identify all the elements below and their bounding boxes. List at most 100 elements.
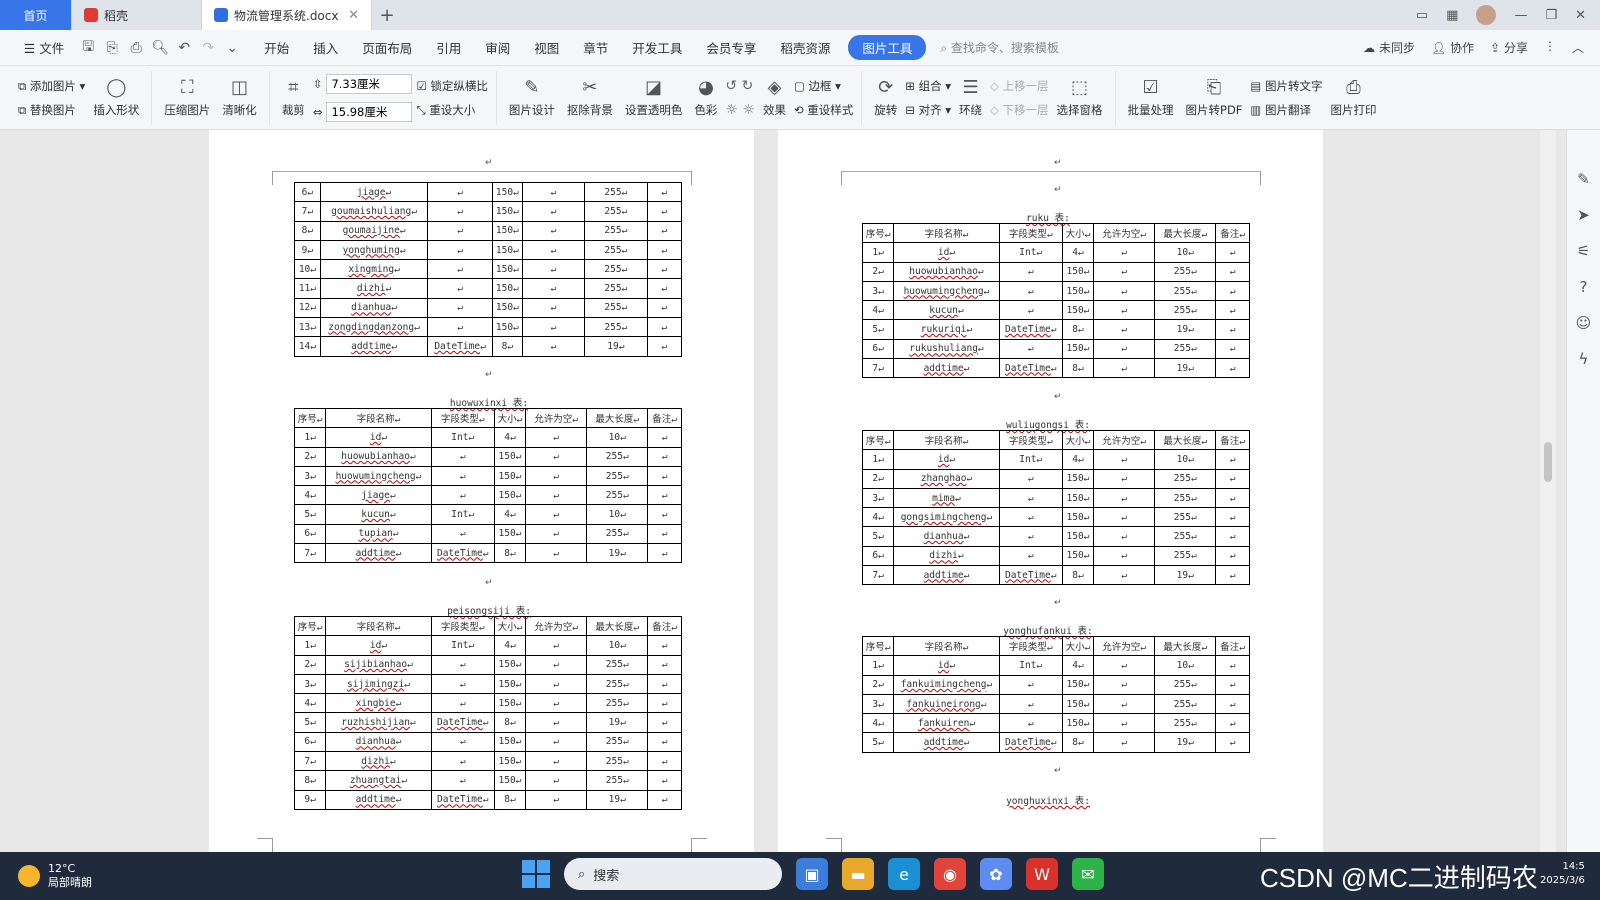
color-button[interactable]: ◕ 色彩 <box>690 77 721 118</box>
rotate-button[interactable]: ⟳ 旋转 <box>870 77 901 118</box>
wechat-icon[interactable]: ✉ <box>1072 858 1104 890</box>
document-page-2: ↵ ↵ ruku 表: 序号↵ 字段名称↵ 字段类型↵ 大小↵ 允许为空↵ 最大长度↵ 备注… <box>778 130 1323 852</box>
menu-chapter[interactable]: 章节 <box>571 38 620 57</box>
cutout-button[interactable]: ✂ 抠除背景 <box>563 77 617 118</box>
robot-icon[interactable]: ☺ <box>1576 314 1592 332</box>
lightning-icon[interactable]: ϟ <box>1579 350 1589 368</box>
clarify-label: 清晰化 <box>222 102 257 117</box>
window-controls: ▭ ▦ — ❐ ✕ <box>1416 0 1600 30</box>
menu-devtools[interactable]: 开发工具 <box>620 38 694 57</box>
more-icon[interactable]: ⋮ <box>1544 39 1556 56</box>
file-menu[interactable]: ☰ 文件 <box>12 38 76 57</box>
grid-icon[interactable]: ▦ <box>1446 8 1458 23</box>
height-input[interactable] <box>326 101 413 122</box>
wrap-button[interactable]: ☰ 环绕 <box>955 77 986 118</box>
close-window-icon[interactable]: ✕ <box>1575 8 1586 23</box>
translate-button[interactable]: ▥ 图片翻译 <box>1250 102 1322 118</box>
tab-daoke[interactable]: 稻壳 <box>72 0 202 30</box>
menu-layout[interactable]: 页面布局 <box>350 38 424 57</box>
lock-ratio-checkbox[interactable]: ☑ 锁定纵横比 <box>416 78 487 94</box>
width-input[interactable] <box>326 73 413 94</box>
group-button[interactable]: ⊞ 组合 ▾ <box>905 78 951 94</box>
tab-home[interactable]: 首页 <box>0 0 72 30</box>
table-cell: goumaishuliang↵ <box>319 201 429 222</box>
table-cell: 150↵ <box>491 239 523 261</box>
close-tab-icon[interactable]: ✕ <box>348 8 359 23</box>
align-button[interactable]: ⊟ 对齐 ▾ <box>905 102 951 118</box>
more-dropdown-icon[interactable]: ⌄ <box>220 40 244 56</box>
file-explorer-icon[interactable]: ▬ <box>842 858 874 890</box>
weather-widget[interactable]: 12°C 局部晴朗 <box>0 862 92 890</box>
print-icon[interactable]: ⎙ <box>124 40 148 56</box>
app-icon[interactable]: ✿ <box>980 858 1012 890</box>
menu-review[interactable]: 审阅 <box>473 38 522 57</box>
restore-icon[interactable]: ❐ <box>1545 8 1557 23</box>
tab-home-label: 首页 <box>23 8 48 23</box>
image-design-button[interactable]: ✎ 图片设计 <box>505 77 559 118</box>
table-row: 5↵ ruzhishijian↵ DateTime↵ 8↵ ↵ 19↵ ↵ <box>294 712 682 733</box>
redo-icon[interactable]: ↷ <box>196 40 220 56</box>
table-cell: gongsimingcheng↵ <box>893 507 1000 528</box>
command-search[interactable]: ⌕ 查找命令、搜索模板 <box>940 39 1059 56</box>
edge-icon[interactable]: e <box>888 858 920 890</box>
sync-button[interactable]: ☁ 未同步 <box>1363 39 1415 56</box>
insert-shape-button[interactable]: ◯ 插入形状 <box>89 77 143 118</box>
effect-button[interactable]: ◈ 效果 <box>759 77 790 118</box>
store-icon[interactable]: ▣ <box>796 858 828 890</box>
batch-button[interactable]: ☑ 批量处理 <box>1124 77 1178 118</box>
bring-forward-button[interactable]: ◇ 上移一层 <box>990 78 1049 94</box>
to-pdf-button[interactable]: ⎗ 图片转PDF <box>1182 77 1247 118</box>
scroll-thumb[interactable] <box>1544 442 1552 482</box>
export-icon[interactable]: ⎘ <box>100 40 124 56</box>
share-button[interactable]: ⇪ 分享 <box>1490 39 1528 56</box>
menu-picture-tools[interactable]: 图片工具 <box>848 35 927 60</box>
brightness-icon[interactable]: ☼ ☼ <box>725 102 755 118</box>
layout-icon[interactable]: ▭ <box>1416 8 1428 23</box>
sliders-icon[interactable]: ⚟ <box>1577 242 1590 260</box>
add-image-button[interactable]: ⧉ 添加图片 ▾ <box>18 78 85 94</box>
table-cell: dianhua↵ <box>325 731 432 753</box>
menu-reference[interactable]: 引用 <box>424 38 473 57</box>
table-cell: 255↵ <box>586 485 649 506</box>
table-cell: ↵ <box>1093 338 1156 360</box>
preview-icon[interactable]: 🔍︎ <box>148 40 172 56</box>
reset-size-button[interactable]: ⤡ 重设大小 <box>416 102 487 118</box>
help-icon[interactable]: ? <box>1580 278 1588 296</box>
clarify-button[interactable]: ◫ 清晰化 <box>218 77 261 118</box>
rotate-ccw-icon[interactable]: ↺ ↻ <box>725 78 755 94</box>
collab-button[interactable]: 👤︎ 协作 <box>1431 39 1474 56</box>
replace-image-button[interactable]: ⧉ 替换图片 <box>18 102 85 118</box>
system-clock[interactable]: 14:5 2025/3/6 <box>1540 860 1585 888</box>
table-cell: Int↵ <box>998 242 1063 263</box>
minimize-icon[interactable]: — <box>1514 8 1527 23</box>
avatar[interactable] <box>1476 5 1497 25</box>
pen-icon[interactable]: ✎ <box>1577 170 1590 188</box>
compress-image-button[interactable]: ⛶ 压缩图片 <box>160 77 214 118</box>
save-icon[interactable]: 🖫 <box>76 36 100 60</box>
new-tab-button[interactable]: + <box>372 0 402 30</box>
menu-daoke-resources[interactable]: 稻壳资源 <box>768 38 842 57</box>
vertical-scrollbar[interactable] <box>1540 130 1556 852</box>
tab-document[interactable]: 物流管理系统.docx ✕ <box>202 0 372 30</box>
to-text-button[interactable]: ▤ 图片转文字 <box>1250 78 1322 94</box>
undo-icon[interactable]: ↶ <box>172 40 196 56</box>
transparent-button[interactable]: ◪ 设置透明色 <box>621 77 687 118</box>
menu-insert[interactable]: 插入 <box>301 38 350 57</box>
selection-pane-button[interactable]: ⬚ 选择窗格 <box>1053 77 1107 118</box>
windows-start-icon[interactable] <box>522 860 550 888</box>
collapse-ribbon-icon[interactable]: ︿ <box>1572 39 1584 56</box>
wps-icon[interactable]: W <box>1026 858 1058 890</box>
taskbar-search[interactable]: ⌕ 搜索 <box>564 858 782 890</box>
menu-start[interactable]: 开始 <box>252 38 301 57</box>
send-backward-button[interactable]: ◇ 下移一层 <box>990 102 1049 118</box>
chrome-icon[interactable]: ◉ <box>934 858 966 890</box>
crop-button[interactable]: ⌗ 裁剪 <box>278 77 309 118</box>
border-button[interactable]: ▢ 边框 ▾ <box>794 78 853 94</box>
cursor-icon[interactable]: ➤ <box>1577 206 1590 224</box>
rotate-label: 旋转 <box>874 102 898 117</box>
table-cell: ↵ <box>1215 358 1250 379</box>
menu-member[interactable]: 会员专享 <box>694 38 768 57</box>
menu-view[interactable]: 视图 <box>522 38 571 57</box>
print-image-button[interactable]: ⎙ 图片打印 <box>1326 77 1380 118</box>
reset-style-button[interactable]: ⟲ 重设样式 <box>794 102 853 118</box>
